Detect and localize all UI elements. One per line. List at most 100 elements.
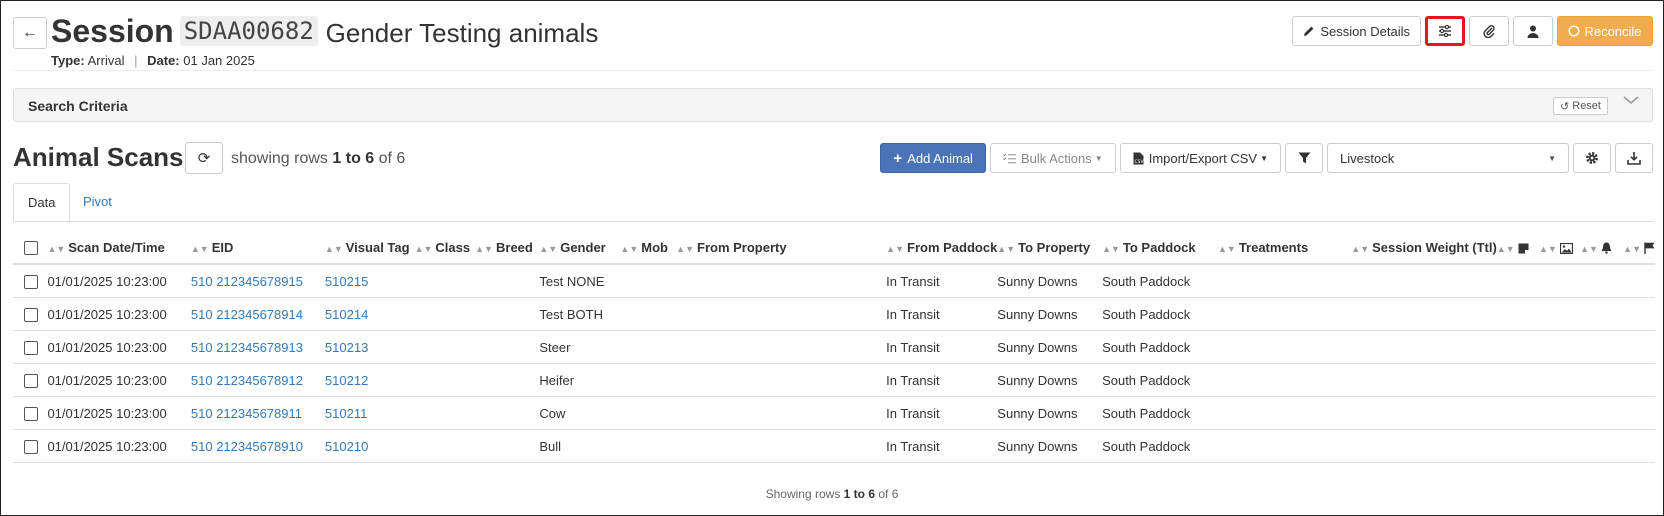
table-row[interactable]: 01/01/2025 10:23:00 510 212345678915 51021… [13,264,1655,298]
tab-data[interactable]: Data [13,183,71,221]
col-notes[interactable]: ▲▼ [1496,231,1540,265]
row-select-cell [13,297,48,331]
row-checkbox[interactable] [24,373,38,388]
cell-treatments [1217,363,1352,397]
back-button[interactable]: ← [13,17,47,49]
sort-icon: ▲▼ [1580,243,1598,254]
sort-icon: ▲▼ [1539,243,1557,254]
col-label: To Property [1018,239,1091,255]
column-settings-button[interactable] [1573,143,1611,173]
cell-treatments [1217,297,1352,331]
reconcile-button[interactable]: Reconcile [1557,16,1653,46]
session-header: ← Session SDAA00682 Gender Testing animal… [13,13,1653,69]
tab-pivot[interactable]: Pivot [69,183,126,221]
cell-eid-value[interactable]: 510 212345678914 [191,307,303,322]
circle-icon [1568,25,1580,37]
cell-visual-tag-value[interactable]: 510210 [325,439,368,454]
bulk-actions-button[interactable]: Bulk Actions ▼ [989,143,1116,173]
table-row[interactable]: 01/01/2025 10:23:00 510 212345678912 51021… [13,363,1655,397]
reset-button[interactable]: ↺ Reset [1553,97,1608,115]
row-checkbox[interactable] [24,439,38,454]
table-row[interactable]: 01/01/2025 10:23:00 510 212345678914 51021… [13,297,1655,331]
row-checkbox[interactable] [24,274,38,289]
cell-mob [620,429,677,463]
col-session-weight[interactable]: ▲▼ Session Weight (Ttl) [1351,231,1497,265]
plus-icon: + [893,149,903,167]
col-from-property[interactable]: ▲▼ From Property [676,231,887,265]
cell-eid-value[interactable]: 510 212345678911 [191,406,302,421]
footer-prefix: Showing rows [765,487,841,501]
col-treatments[interactable]: ▲▼ Treatments [1217,231,1352,265]
type-label: Type: [51,53,85,68]
cell-from-paddock: In Transit [886,264,998,298]
download-button[interactable] [1615,143,1653,173]
user-button[interactable] [1513,16,1553,46]
col-images[interactable]: ▲▼ [1539,231,1581,265]
col-label: From Paddock [907,239,998,255]
download-icon [1627,151,1641,165]
cell-icon-column [1539,396,1581,430]
cell-to-paddock: South Paddock [1102,429,1218,463]
sort-icon: ▲▼ [414,243,433,254]
col-flags[interactable]: ▲▼ [1623,231,1655,265]
cell-visual-tag-value[interactable]: 510213 [325,340,368,355]
col-label: Class [435,239,471,255]
col-label: EID [211,239,234,255]
refresh-button[interactable]: ⟳ [185,142,223,174]
reset-label: Reset [1572,100,1601,112]
livestock-select[interactable]: Livestock ▼ [1327,143,1569,173]
cell-gender: Steer [539,330,621,364]
col-mob[interactable]: ▲▼ Mob [620,231,677,265]
col-gender[interactable]: ▲▼ Gender [539,231,621,265]
cell-from-property [676,363,887,397]
attachments-button[interactable] [1469,16,1509,46]
cell-scan-datetime-value: 01/01/2025 10:23:00 [47,405,167,421]
search-criteria-panel[interactable]: Search Criteria ↺ Reset [13,88,1653,122]
cell-class [414,297,476,331]
col-from-paddock[interactable]: ▲▼ From Paddock [886,231,998,265]
settings-button[interactable] [1425,16,1465,46]
cell-visual-tag-value[interactable]: 510212 [325,373,368,388]
col-alerts[interactable]: ▲▼ [1580,231,1624,265]
cell-icon-column [1496,264,1540,298]
flag-icon [1644,242,1655,255]
cell-visual-tag-value[interactable]: 510215 [325,274,368,289]
table-row[interactable]: 01/01/2025 10:23:00 510 212345678911 51021… [13,396,1655,430]
cell-icon-column [1623,264,1655,298]
sort-icon: ▲▼ [190,243,209,254]
session-details-button[interactable]: Session Details [1292,16,1421,46]
col-class[interactable]: ▲▼ Class [414,231,476,265]
cell-visual-tag: 510211 [324,396,415,430]
row-checkbox[interactable] [24,340,38,355]
chevron-down-icon[interactable] [1622,94,1640,106]
cell-to-property: Sunny Downs [997,297,1103,331]
cell-visual-tag-value[interactable]: 510214 [325,307,368,322]
table-row[interactable]: 01/01/2025 10:23:00 510 212345678910 51021… [13,429,1655,463]
col-label: Visual Tag [345,239,410,255]
col-eid[interactable]: ▲▼ EID [190,231,325,265]
cell-scan-datetime: 01/01/2025 10:23:00 [47,330,191,364]
rows-count: showing rows 1 to 6 of 6 [231,150,405,168]
cell-icon-column [1496,330,1540,364]
select-all-checkbox[interactable] [24,240,38,255]
cell-from-paddock-value: In Transit [886,273,940,289]
cell-eid-value[interactable]: 510 212345678912 [191,373,303,388]
add-animal-button[interactable]: + Add Animal [880,143,986,173]
col-to-property[interactable]: ▲▼ To Property [997,231,1103,265]
session-name: Gender Testing animals [325,18,599,48]
row-checkbox[interactable] [24,406,38,421]
col-breed[interactable]: ▲▼ Breed [475,231,540,265]
import-export-csv-button[interactable]: CSV Import/Export CSV ▼ [1119,143,1281,173]
table-row[interactable]: 01/01/2025 10:23:00 510 212345678913 51021… [13,330,1655,364]
cell-eid-value[interactable]: 510 212345678910 [191,439,303,454]
cell-breed [475,330,540,364]
col-scan-datetime[interactable]: ▲▼ Scan Date/Time [47,231,191,265]
import-export-label: Import/Export CSV [1148,150,1258,166]
row-checkbox[interactable] [24,307,38,322]
col-visual-tag[interactable]: ▲▼ Visual Tag [324,231,415,265]
filter-button[interactable] [1285,143,1323,173]
cell-eid-value[interactable]: 510 212345678915 [191,274,303,289]
cell-eid-value[interactable]: 510 212345678913 [191,340,303,355]
col-to-paddock[interactable]: ▲▼ To Paddock [1102,231,1218,265]
cell-visual-tag-value[interactable]: 510211 [325,406,367,421]
